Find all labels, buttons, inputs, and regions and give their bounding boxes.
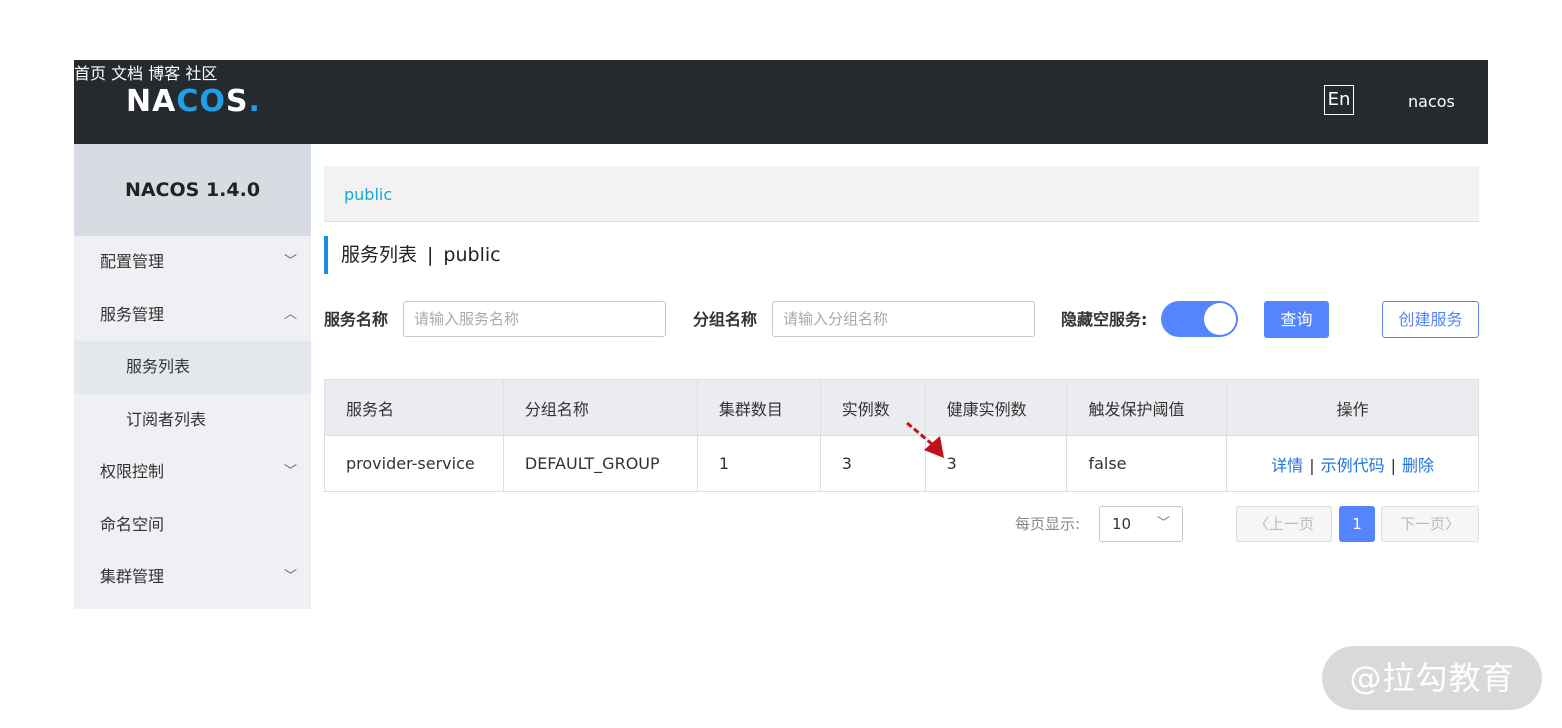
filter-bar: 服务名称 分组名称 隐藏空服务: 查询 创建服务 <box>324 301 1479 339</box>
user-name[interactable]: nacos <box>1408 60 1455 144</box>
toggle-knob <box>1204 303 1236 335</box>
group-name-input[interactable] <box>772 301 1035 337</box>
col-cluster-count: 集群数目 <box>696 379 821 436</box>
hide-empty-label: 隐藏空服务: <box>1061 310 1148 329</box>
sidebar-item-label: 配置管理 <box>100 252 165 271</box>
nav-home[interactable]: 首页 <box>74 64 106 83</box>
prev-page-label: 上一页 <box>1269 515 1315 533</box>
main-content: public 服务列表 | public 服务名称 分组名称 隐藏空服务: 查询 创… <box>324 144 1479 609</box>
sidebar-item-cluster[interactable]: 集群管理 ﹀ <box>74 551 311 604</box>
op-separator: | <box>1309 455 1315 475</box>
table-row: provider-service DEFAULT_GROUP 1 3 3 fal… <box>324 435 1479 492</box>
next-page-button[interactable]: 下一页〉 <box>1381 506 1479 542</box>
sidebar-item-label: 服务管理 <box>100 304 165 324</box>
chevron-left-icon: 〈 <box>1253 515 1269 533</box>
chevron-right-icon: 〉 <box>1445 515 1461 533</box>
chevron-up-icon: ︿ <box>283 306 297 322</box>
chevron-down-icon: ﹀ <box>283 569 297 584</box>
chevron-down-icon: ﹀ <box>283 254 297 269</box>
col-group-name: 分组名称 <box>502 379 698 436</box>
sidebar-item-label: 权限控制 <box>100 462 165 481</box>
col-protect-threshold: 触发保护阈值 <box>1066 379 1228 436</box>
col-service-name: 服务名 <box>324 379 504 436</box>
col-operations: 操作 <box>1226 379 1479 436</box>
prev-page-button[interactable]: 〈上一页 <box>1236 506 1332 542</box>
page-size-label: 每页显示: <box>1015 515 1081 533</box>
language-switch[interactable]: En <box>1324 85 1354 115</box>
sidebar-item-label: 集群管理 <box>100 567 165 586</box>
page-1-button[interactable]: 1 <box>1339 506 1375 542</box>
page-title-text: 服务列表 <box>341 244 418 266</box>
sidebar-item-service[interactable]: 服务管理 ︿ <box>74 289 311 342</box>
watermark: @拉勾教育 <box>1322 646 1542 710</box>
sidebar-item-config[interactable]: 配置管理 ﹀ <box>74 236 311 289</box>
service-name-input[interactable] <box>403 301 666 337</box>
delete-link[interactable]: 删除 <box>1402 456 1434 475</box>
service-name-label: 服务名称 <box>324 310 389 329</box>
page-namespace: public <box>443 244 501 266</box>
sample-code-link[interactable]: 示例代码 <box>1321 456 1385 475</box>
namespace-bar: public <box>324 166 1479 222</box>
cell-clusters: 1 <box>696 435 821 492</box>
detail-link[interactable]: 详情 <box>1271 456 1303 475</box>
pagination: 每页显示: 10 ﹀ 〈上一页 1 下一页〉 <box>324 506 1479 542</box>
cell-operations: 详情 | 示例代码 | 删除 <box>1226 435 1479 492</box>
service-table: 服务名 分组名称 集群数目 实例数 健康实例数 触发保护阈值 操作 provid… <box>324 379 1479 492</box>
annotation-arrow-icon <box>906 421 944 458</box>
table-header-row: 服务名 分组名称 集群数目 实例数 健康实例数 触发保护阈值 操作 <box>324 379 1479 436</box>
nacos-console: NACOS. 首页 文档 博客 社区 En nacos NACOS 1.4.0 … <box>74 60 1488 609</box>
namespace-link-public[interactable]: public <box>344 166 392 224</box>
sidebar-item-label: 服务列表 <box>126 357 191 376</box>
sidebar: NACOS 1.4.0 配置管理 ﹀ 服务管理 ︿ 服务列表 订阅者列表 权限控… <box>74 144 311 609</box>
page-title: 服务列表 | public <box>324 236 501 274</box>
group-name-label: 分组名称 <box>693 310 758 329</box>
sidebar-item-service-list[interactable]: 服务列表 <box>74 341 311 394</box>
top-navbar: NACOS. 首页 文档 博客 社区 En nacos <box>74 60 1488 144</box>
sidebar-title: NACOS 1.4.0 <box>74 144 311 236</box>
title-separator: | <box>427 244 434 266</box>
cell-threshold: false <box>1066 435 1228 492</box>
nacos-logo[interactable]: NACOS. <box>126 80 261 124</box>
hide-empty-toggle[interactable] <box>1161 301 1238 337</box>
sidebar-item-auth[interactable]: 权限控制 ﹀ <box>74 446 311 499</box>
op-separator: | <box>1390 455 1397 475</box>
cell-service: provider-service <box>324 435 504 492</box>
page-size-value: 10 <box>1112 515 1132 533</box>
sidebar-item-label: 订阅者列表 <box>126 409 207 429</box>
next-page-label: 下一页 <box>1399 515 1445 533</box>
page-size-select[interactable]: 10 ﹀ <box>1099 506 1183 542</box>
create-service-button[interactable]: 创建服务 <box>1382 301 1479 338</box>
sidebar-item-subscribers[interactable]: 订阅者列表 <box>74 394 311 447</box>
sidebar-item-label: 命名空间 <box>100 514 165 534</box>
sidebar-item-namespace[interactable]: 命名空间 <box>74 499 311 552</box>
cell-group: DEFAULT_GROUP <box>502 435 698 492</box>
chevron-down-icon: ﹀ <box>283 464 297 479</box>
chevron-down-icon: ﹀ <box>1156 516 1170 531</box>
query-button[interactable]: 查询 <box>1264 301 1329 338</box>
